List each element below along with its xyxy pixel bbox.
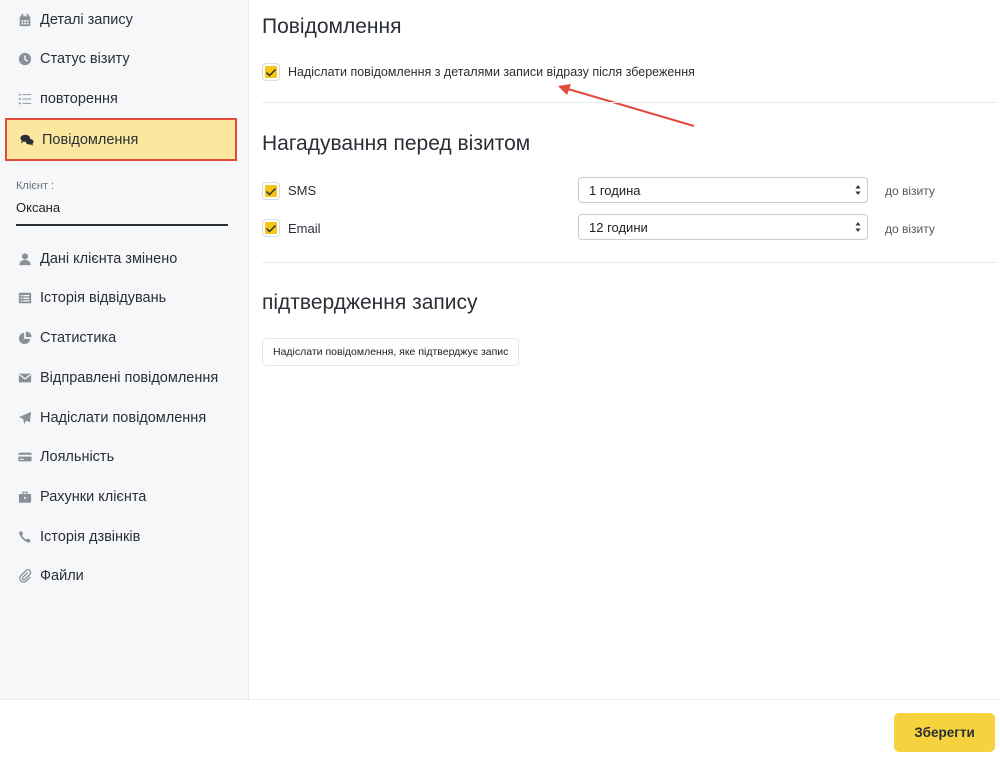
envelope-icon bbox=[17, 370, 33, 386]
sidebar-item-label: Відправлені повідомлення bbox=[40, 370, 219, 386]
footer bbox=[0, 699, 1000, 759]
sidebar-item-notifications[interactable]: Повідомлення bbox=[5, 118, 237, 161]
sidebar-item-repeat[interactable]: повторення bbox=[0, 79, 249, 119]
email-reminder-checkbox[interactable] bbox=[262, 219, 280, 237]
checkmark-icon bbox=[266, 225, 276, 233]
sidebar-item-visit-status[interactable]: Статус візиту bbox=[0, 39, 249, 79]
sidebar-item-label: повторення bbox=[40, 91, 118, 107]
paper-plane-icon bbox=[17, 410, 33, 426]
sidebar-item-label: Файли bbox=[40, 568, 84, 584]
user-icon bbox=[17, 251, 33, 267]
sms-reminder-checkbox[interactable] bbox=[262, 182, 280, 200]
sidebar-item-label: Історія дзвінків bbox=[40, 529, 141, 545]
select-arrows-icon bbox=[855, 184, 861, 196]
sidebar-item-label: Історія відвідувань bbox=[40, 290, 167, 306]
sidebar-item-files[interactable]: Файли bbox=[0, 556, 249, 596]
paperclip-icon bbox=[17, 568, 33, 584]
sidebar-item-label: Лояльність bbox=[40, 449, 115, 465]
pie-chart-icon bbox=[17, 330, 33, 346]
select-value: 12 години bbox=[589, 219, 648, 235]
credit-card-icon bbox=[17, 449, 33, 465]
select-arrows-icon bbox=[855, 221, 861, 233]
email-reminder-label: Email bbox=[288, 221, 321, 236]
send-confirmation-button[interactable]: Надіслати повідомлення, яке підтверджує … bbox=[262, 338, 520, 366]
sms-reminder-label: SMS bbox=[288, 183, 317, 198]
sms-reminder-suffix: до візиту bbox=[885, 184, 935, 198]
calendar-icon bbox=[17, 12, 33, 28]
sidebar-item-send-message[interactable]: Надіслати повідомлення bbox=[0, 398, 249, 438]
confirmation-heading: підтвердження запису bbox=[262, 291, 478, 314]
phone-icon bbox=[17, 529, 33, 545]
save-button[interactable]: Зберегти bbox=[894, 713, 995, 752]
email-reminder-suffix: до візиту bbox=[885, 222, 935, 236]
list-icon bbox=[17, 91, 33, 107]
email-reminder-time-select[interactable]: 12 години bbox=[578, 214, 868, 240]
sidebar-item-label: Статус візиту bbox=[40, 51, 130, 67]
clock-icon bbox=[17, 51, 33, 67]
history-list-icon bbox=[17, 290, 33, 306]
briefcase-icon bbox=[17, 489, 33, 505]
divider bbox=[262, 102, 997, 103]
sidebar-item-client-accounts[interactable]: Рахунки клієнта bbox=[0, 477, 249, 517]
sidebar-item-label: Надіслати повідомлення bbox=[40, 410, 207, 426]
sidebar-item-client-data-changed[interactable]: Дані клієнта змінено bbox=[0, 239, 249, 279]
client-name[interactable]: Оксана bbox=[16, 200, 60, 215]
sidebar-item-sent-messages[interactable]: Відправлені повідомлення bbox=[0, 358, 249, 398]
checkmark-icon bbox=[266, 69, 276, 77]
divider bbox=[262, 262, 997, 263]
sidebar-item-label: Статистика bbox=[40, 330, 117, 346]
sidebar-item-label: Деталі запису bbox=[40, 12, 133, 28]
sidebar-item-call-history[interactable]: Історія дзвінків bbox=[0, 517, 249, 557]
client-label: Клієнт : bbox=[16, 180, 55, 192]
annotation-arrow bbox=[558, 84, 695, 127]
sidebar: Деталі запису Статус візиту повторення П… bbox=[0, 0, 249, 699]
reminders-heading: Нагадування перед візитом bbox=[262, 132, 531, 155]
sms-reminder-time-select[interactable]: 1 година bbox=[578, 177, 868, 203]
sidebar-item-visit-history[interactable]: Історія відвідувань bbox=[0, 278, 249, 318]
notifications-heading: Повідомлення bbox=[262, 15, 402, 38]
sidebar-item-label: Повідомлення bbox=[42, 131, 139, 148]
chat-icon bbox=[19, 132, 35, 148]
client-underline bbox=[16, 224, 228, 226]
sidebar-item-label: Рахунки клієнта bbox=[40, 489, 147, 505]
sidebar-item-statistics[interactable]: Статистика bbox=[0, 318, 249, 358]
send-details-checkbox[interactable] bbox=[262, 63, 280, 81]
sidebar-item-label: Дані клієнта змінено bbox=[40, 251, 178, 267]
send-details-label: Надіслати повідомлення з деталями записи… bbox=[288, 65, 695, 79]
select-value: 1 година bbox=[589, 182, 641, 198]
sidebar-item-loyalty[interactable]: Лояльність bbox=[0, 437, 249, 477]
checkmark-icon bbox=[266, 188, 276, 196]
sidebar-item-appointment-details[interactable]: Деталі запису bbox=[0, 0, 249, 40]
